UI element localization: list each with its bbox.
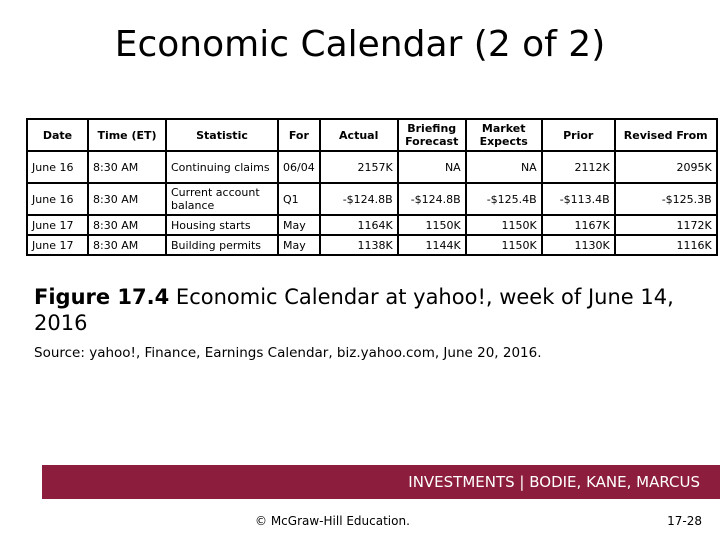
cell-prior: 1167K: [540, 214, 616, 236]
cell-market-expects: -$125.4B: [464, 182, 543, 216]
page-number: 17-28: [667, 514, 702, 528]
cell-time: 8:30 AM: [87, 214, 167, 236]
cell-date: June 17: [26, 234, 89, 256]
cell-revised-from: 2095K: [613, 150, 718, 184]
cell-market-expects: 1150K: [464, 234, 543, 256]
table-row: June 16 8:30 AM Current account balance …: [26, 182, 718, 216]
header-briefing-forecast: Briefing Forecast: [396, 118, 467, 152]
cell-for: May: [277, 234, 321, 256]
cell-briefing-forecast: NA: [396, 150, 467, 184]
cell-actual: 2157K: [318, 150, 399, 184]
cell-statistic: Housing starts: [165, 214, 279, 236]
cell-briefing-forecast: 1150K: [396, 214, 467, 236]
table-row: June 17 8:30 AM Building permits May 113…: [26, 234, 718, 256]
cell-statistic: Current account balance: [165, 182, 279, 216]
header-date: Date: [26, 118, 89, 152]
cell-revised-from: 1172K: [613, 214, 718, 236]
header-revised-from: Revised From: [613, 118, 718, 152]
table-row: June 16 8:30 AM Continuing claims 06/04 …: [26, 150, 718, 184]
cell-briefing-forecast: 1144K: [396, 234, 467, 256]
cell-revised-from: 1116K: [613, 234, 718, 256]
cell-actual: 1138K: [318, 234, 399, 256]
header-statistic: Statistic: [165, 118, 279, 152]
cell-for: 06/04: [277, 150, 321, 184]
header-time: Time (ET): [87, 118, 167, 152]
header-for: For: [277, 118, 321, 152]
cell-date: June 17: [26, 214, 89, 236]
cell-for: May: [277, 214, 321, 236]
slide-title: Economic Calendar (2 of 2): [114, 24, 606, 65]
header-prior: Prior: [540, 118, 616, 152]
cell-date: June 16: [26, 150, 89, 184]
cell-market-expects: NA: [464, 150, 543, 184]
table-row: June 17 8:30 AM Housing starts May 1164K…: [26, 214, 718, 236]
source-note: Source: yahoo!, Finance, Earnings Calend…: [34, 345, 542, 361]
header-actual: Actual: [318, 118, 399, 152]
cell-revised-from: -$125.3B: [613, 182, 718, 216]
cell-actual: -$124.8B: [318, 182, 399, 216]
cell-time: 8:30 AM: [87, 150, 167, 184]
cell-prior: 1130K: [540, 234, 616, 256]
copyright-text: © McGraw-Hill Education.: [255, 514, 410, 528]
cell-date: June 16: [26, 182, 89, 216]
table-header-row: Date Time (ET) Statistic For Actual Brie…: [26, 118, 718, 152]
footer-banner: INVESTMENTS | BODIE, KANE, MARCUS: [42, 465, 720, 499]
cell-briefing-forecast: -$124.8B: [396, 182, 467, 216]
cell-for: Q1: [277, 182, 321, 216]
cell-market-expects: 1150K: [464, 214, 543, 236]
figure-label: Figure 17.4: [34, 285, 170, 309]
economic-calendar-table: Date Time (ET) Statistic For Actual Brie…: [26, 118, 718, 256]
cell-prior: -$113.4B: [540, 182, 616, 216]
cell-prior: 2112K: [540, 150, 616, 184]
cell-statistic: Continuing claims: [165, 150, 279, 184]
cell-statistic: Building permits: [165, 234, 279, 256]
figure-caption: Figure 17.4 Economic Calendar at yahoo!,…: [34, 284, 704, 336]
banner-text: INVESTMENTS | BODIE, KANE, MARCUS: [408, 473, 700, 491]
cell-actual: 1164K: [318, 214, 399, 236]
cell-time: 8:30 AM: [87, 182, 167, 216]
header-market-expects: Market Expects: [464, 118, 543, 152]
cell-time: 8:30 AM: [87, 234, 167, 256]
